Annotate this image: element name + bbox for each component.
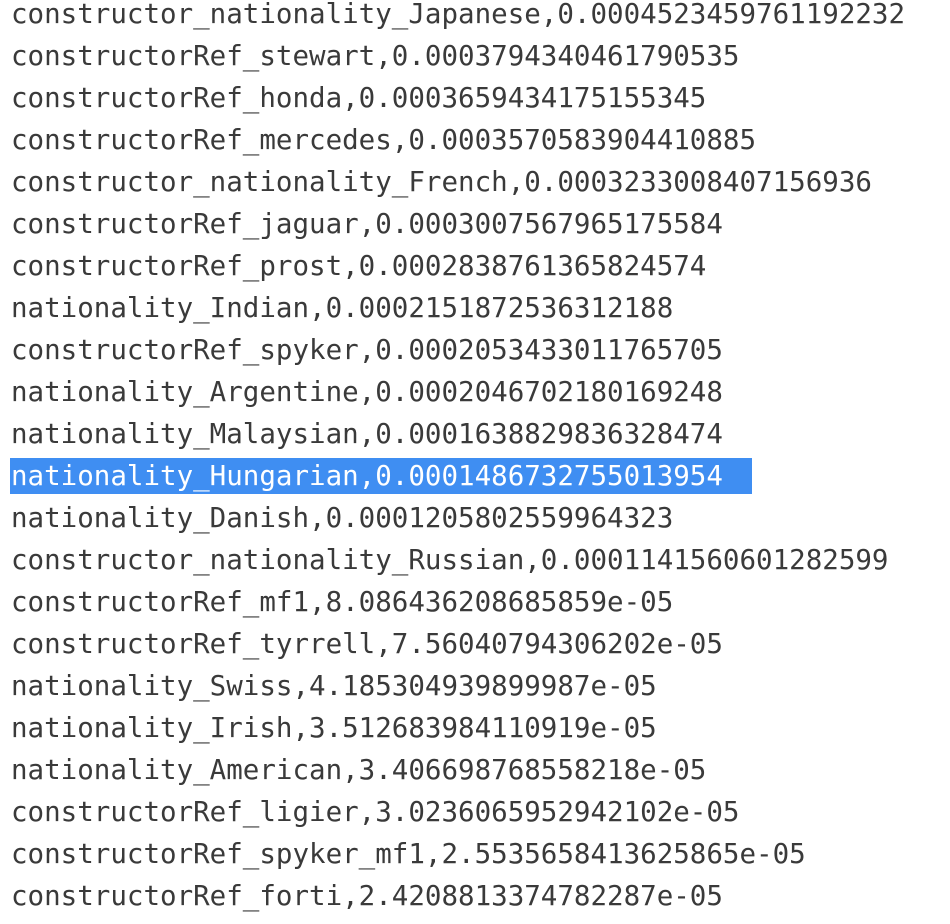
text-line[interactable]: constructorRef_spyker_mf1,2.553565841362… (11, 836, 806, 872)
text-line[interactable]: constructor_nationality_Russian,0.000114… (11, 542, 889, 578)
text-line[interactable]: constructorRef_honda,0.00036594341751553… (11, 80, 706, 116)
text-line[interactable]: constructorRef_jaguar,0.0003007567965175… (11, 206, 723, 242)
text-line[interactable]: constructorRef_mercedes,0.00035705839044… (11, 122, 756, 158)
text-line[interactable]: constructorRef_prost,0.00028387613658245… (11, 248, 706, 284)
text-line[interactable]: nationality_Danish,0.0001205802559964323 (11, 500, 673, 536)
text-line[interactable]: constructorRef_ligier,3.0236065952942102… (11, 794, 739, 830)
text-line[interactable]: constructorRef_spyker,0.0002053433011765… (11, 332, 723, 368)
text-line[interactable]: nationality_American,3.406698768558218e-… (11, 752, 706, 788)
text-line[interactable]: constructor_nationality_Japanese,0.00045… (11, 0, 905, 32)
text-line[interactable]: nationality_Swiss,4.185304939899987e-05 (11, 668, 657, 704)
text-line[interactable]: nationality_Irish,3.512683984110919e-05 (11, 710, 657, 746)
text-line[interactable]: nationality_Indian,0.0002151872536312188 (11, 290, 673, 326)
text-line[interactable]: constructor_nationality_French,0.0003233… (11, 164, 872, 200)
text-line[interactable]: constructorRef_forti,2.4208813374782287e… (11, 878, 723, 914)
text-line[interactable]: nationality_Malaysian,0.0001638829836328… (11, 416, 723, 452)
text-line[interactable]: constructorRef_tyrrell,7.56040794306202e… (11, 626, 723, 662)
text-line[interactable]: constructorRef_stewart,0.000379434046179… (11, 38, 739, 74)
text-editor[interactable]: constructor_nationality_Japanese,0.00045… (0, 0, 950, 924)
selected-text-line[interactable]: nationality_Hungarian,0.0001486732755013… (10, 458, 752, 494)
text-line[interactable]: nationality_Argentine,0.0002046702180169… (11, 374, 723, 410)
text-line[interactable]: constructorRef_mf1,8.086436208685859e-05 (11, 584, 673, 620)
